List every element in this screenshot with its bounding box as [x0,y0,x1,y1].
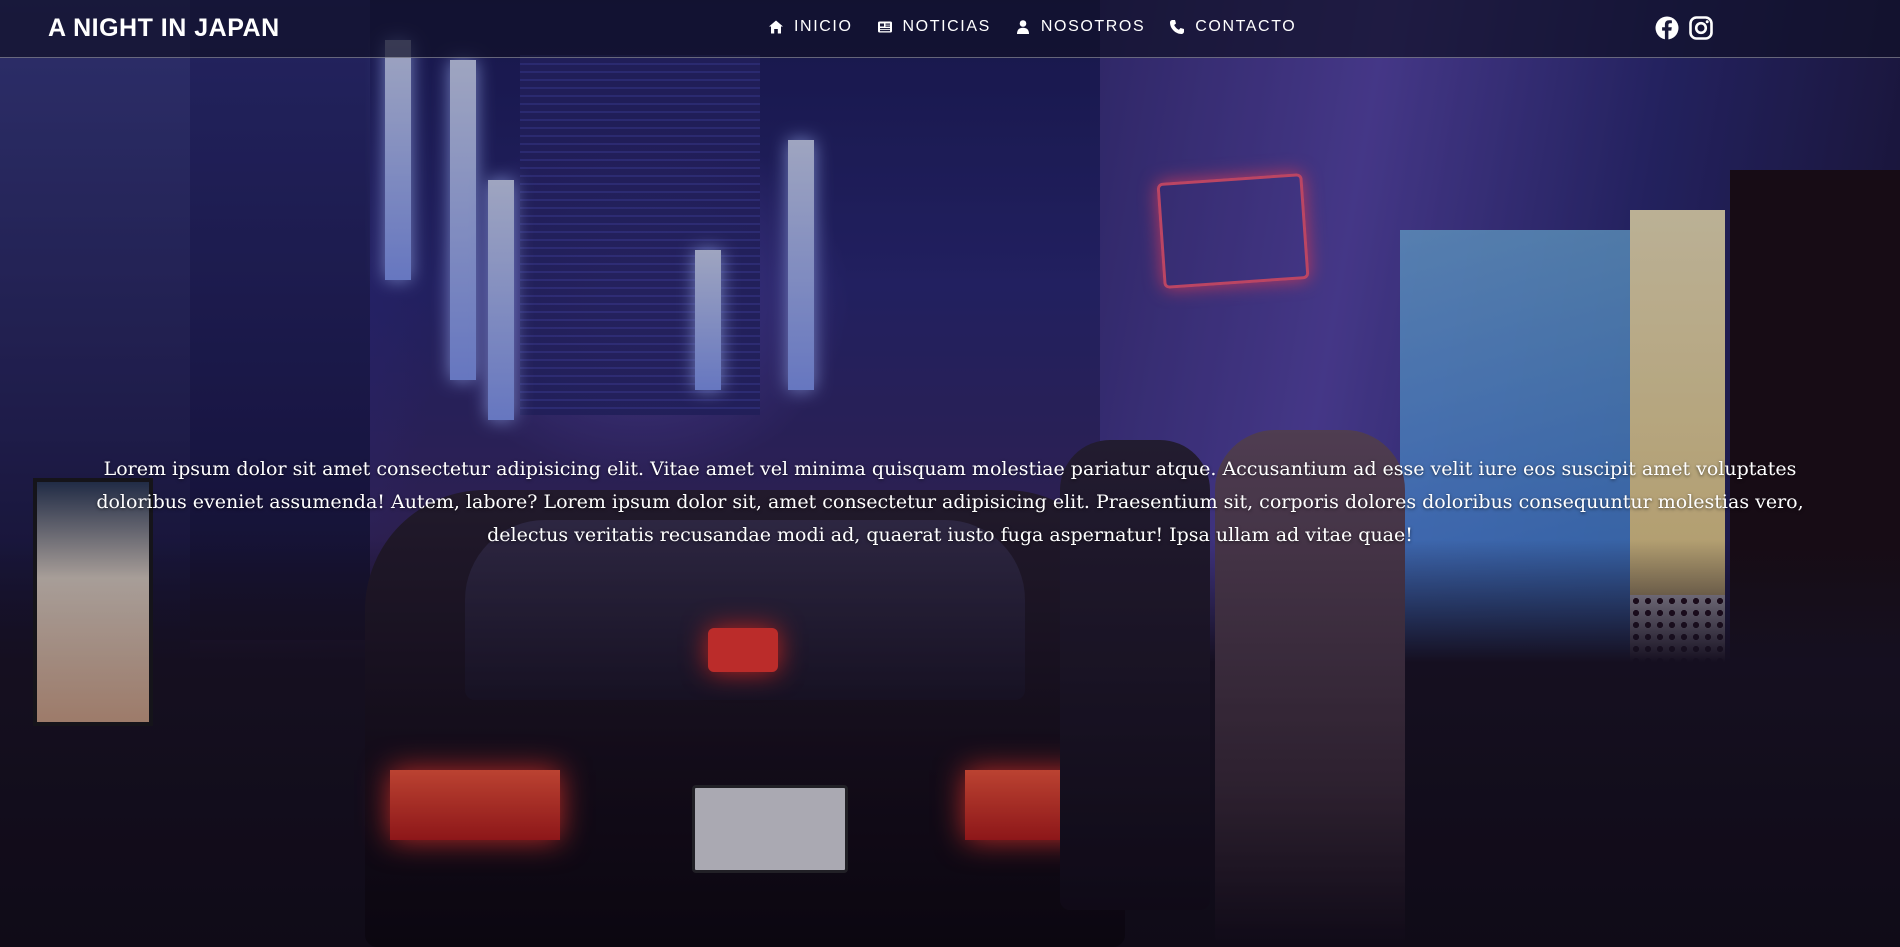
home-icon [769,20,783,34]
brand-title[interactable]: A NIGHT IN JAPAN [48,14,280,43]
user-icon [1016,20,1029,34]
nav-item-label: NOSOTROS [1040,18,1146,35]
navbar: A NIGHT IN JAPAN INICIO NOTICIAS NOSOTRO… [0,0,1900,58]
nav-item-contacto[interactable]: CONTACTO [1169,18,1296,36]
facebook-icon[interactable] [1655,16,1679,40]
nav-item-nosotros[interactable]: NOSOTROS [1015,18,1145,36]
nav-menu: INICIO NOTICIAS NOSOTROS CONTACTO [768,18,1296,36]
instagram-icon[interactable] [1689,16,1713,40]
social-links [1655,16,1713,40]
hero-background-image: A NIGHT IN JAPAN INICIO NOTICIAS NOSOTRO… [0,0,1900,947]
hero-paragraph: Lorem ipsum dolor sit amet consectetur a… [96,458,1804,546]
nav-item-noticias[interactable]: NOTICIAS [877,18,991,36]
newspaper-icon [877,21,892,33]
nav-item-label: NOTICIAS [902,18,991,35]
nav-item-label: INICIO [794,18,853,35]
nav-item-inicio[interactable]: INICIO [768,18,853,36]
phone-icon [1170,20,1185,34]
nav-item-label: CONTACTO [1195,18,1297,35]
